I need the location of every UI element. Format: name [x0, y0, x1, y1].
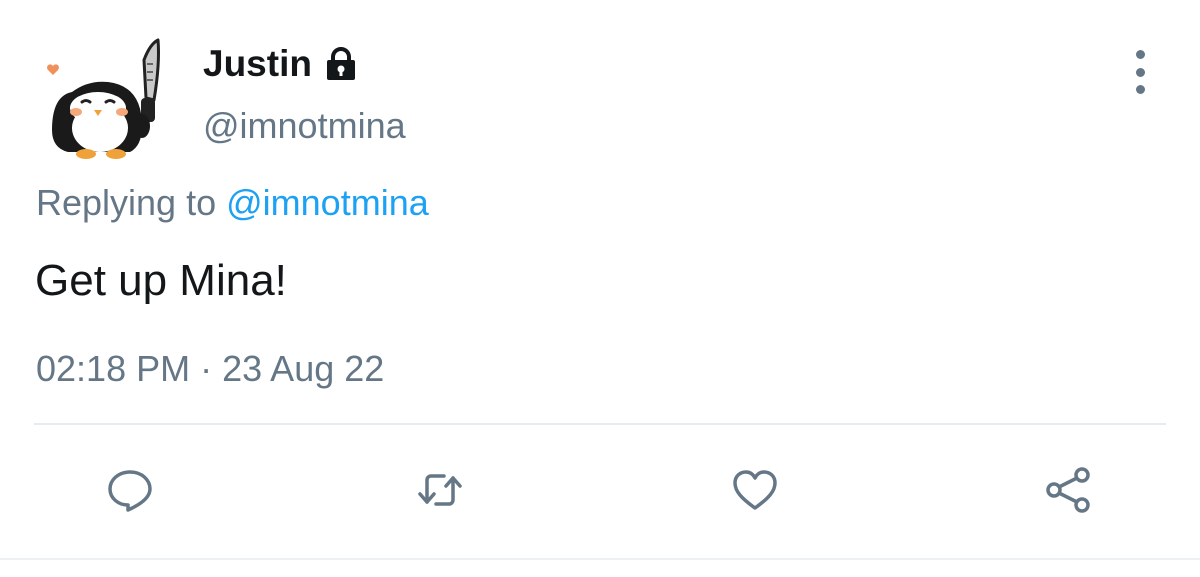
penguin-avatar-icon: [47, 38, 160, 159]
reply-button[interactable]: [102, 462, 158, 518]
lock-icon: [322, 45, 360, 83]
retweet-icon: [418, 474, 462, 506]
tweet-time: 02:18 PM: [36, 348, 191, 389]
display-name[interactable]: Justin: [203, 42, 312, 86]
user-handle[interactable]: @imnotmina: [203, 104, 406, 148]
tweet-text: Get up Mina!: [35, 256, 287, 305]
speech-bubble-icon: [108, 470, 152, 512]
heart-icon: [733, 470, 777, 510]
timestamp-separator: ·: [200, 348, 213, 389]
tweet-date: 23 Aug 22: [222, 348, 385, 389]
retweet-button[interactable]: [412, 462, 468, 518]
bottom-divider: [0, 558, 1200, 560]
replying-to-label: Replying to: [36, 182, 217, 223]
tweet-timestamp[interactable]: 02:18 PM · 23 Aug 22: [36, 347, 384, 391]
tweet-card: Justin @imnotmina Replying to @imnotmina…: [0, 0, 1200, 577]
replying-to-line: Replying to @imnotmina: [36, 181, 429, 225]
divider: [34, 423, 1166, 425]
more-options-button[interactable]: [1120, 50, 1160, 94]
share-button[interactable]: [1040, 462, 1096, 518]
like-button[interactable]: [727, 462, 783, 518]
vertical-ellipsis-icon: [1135, 50, 1145, 59]
display-name-row[interactable]: Justin: [203, 42, 360, 86]
avatar[interactable]: [38, 34, 170, 166]
reply-mention-link[interactable]: @imnotmina: [226, 182, 429, 223]
share-icon: [1046, 467, 1090, 513]
